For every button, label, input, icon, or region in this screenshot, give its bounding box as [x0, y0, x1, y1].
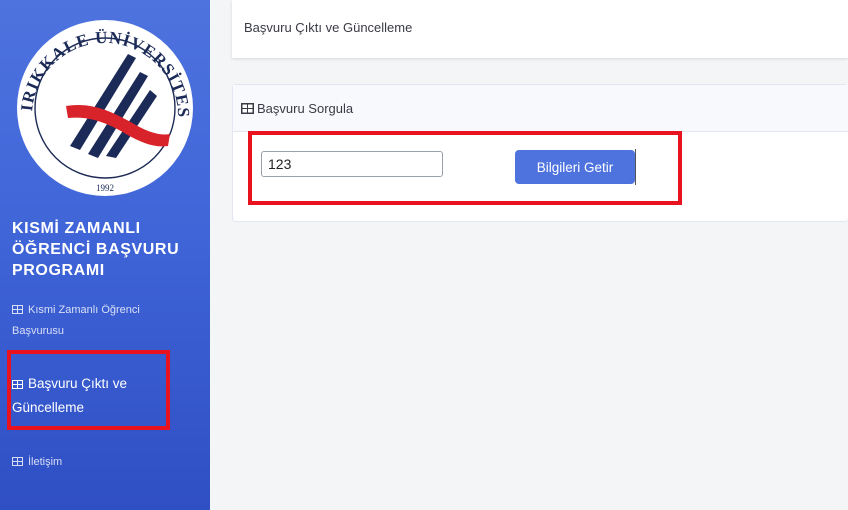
table-icon [12, 457, 23, 466]
brand-line: PROGRAMI [12, 262, 105, 279]
logo-year: 1992 [96, 183, 114, 193]
highlight-box [7, 350, 170, 430]
sidebar: KIRIKKALE ÜNİVERSİTESİ 1992 KISMİ ZAMANL… [0, 0, 210, 510]
brand-line: ÖĞRENCİ BAŞVURU [12, 241, 180, 258]
sidebar-item-label: Başvurusu [12, 325, 64, 337]
topbar: Başvuru Çıktı ve Güncelleme [232, 0, 848, 58]
sidebar-item-contact[interactable]: İletişim [12, 452, 62, 473]
sidebar-item-label: İletişim [28, 456, 63, 468]
card-title: Başvuru Sorgula [257, 100, 354, 116]
table-icon [12, 305, 23, 314]
page-title: Başvuru Çıktı ve Güncelleme [244, 20, 413, 35]
university-logo[interactable]: KIRIKKALE ÜNİVERSİTESİ 1992 [3, 0, 200, 196]
brand-line: KISMİ ZAMANLI [12, 220, 141, 237]
sidebar-item-label: Kısmi Zamanlı Öğrenci [28, 304, 140, 316]
highlight-box [248, 131, 682, 205]
app-brand: KISMİ ZAMANLI ÖĞRENCİ BAŞVURU PROGRAMI [12, 218, 202, 281]
sidebar-item-application[interactable]: Kısmi Zamanlı Öğrenci Başvurusu [12, 300, 140, 342]
university-seal-icon: KIRIKKALE ÜNİVERSİTESİ 1992 [3, 0, 193, 196]
card-header: Başvuru Sorgula [233, 85, 848, 132]
main-content: Başvuru Çıktı ve Güncelleme Başvuru Sorg… [210, 0, 848, 510]
table-icon [241, 102, 254, 114]
